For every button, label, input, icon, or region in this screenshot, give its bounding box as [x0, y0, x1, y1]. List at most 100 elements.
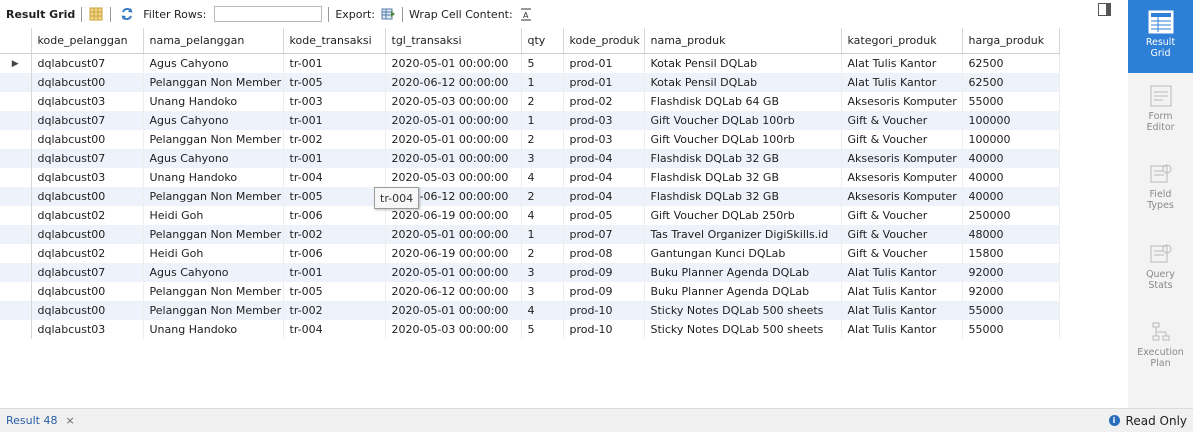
table-cell-kode-pelanggan[interactable]: dqlabcust03 — [31, 92, 144, 111]
table-cell-nama-pelanggan[interactable]: Agus Cahyono — [143, 263, 284, 282]
table-row[interactable]: dqlabcust00 Pelanggan Non Member tr-002 202… — [0, 130, 1060, 149]
table-cell-kode-pelanggan[interactable]: dqlabcust00 — [31, 187, 144, 206]
table-cell-tgl-transaksi[interactable]: 2020-05-01 00:00:00 — [385, 301, 522, 320]
table-cell-tgl-transaksi[interactable]: 2020-05-01 00:00:00 — [385, 53, 522, 73]
table-cell-kode-produk[interactable]: prod-02 — [563, 92, 645, 111]
table-cell-nama-produk[interactable]: Gift Voucher DQLab 100rb — [644, 130, 842, 149]
table-cell-kode-transaksi[interactable]: tr-006 — [283, 244, 386, 263]
table-cell-harga-produk[interactable]: 92000 — [962, 282, 1060, 301]
table-cell-kode-produk[interactable]: prod-04 — [563, 187, 645, 206]
table-cell-nama-pelanggan[interactable]: Heidi Goh — [143, 206, 284, 225]
table-cell-nama-produk[interactable]: Buku Planner Agenda DQLab — [644, 282, 842, 301]
table-cell-kode-transaksi[interactable]: tr-002 — [283, 225, 386, 244]
table-cell-kode-pelanggan[interactable]: dqlabcust00 — [31, 73, 144, 92]
table-row[interactable]: dqlabcust00 Pelanggan Non Member tr-002 202… — [0, 225, 1060, 244]
column-header[interactable]: qty — [521, 28, 564, 54]
table-cell-kode-pelanggan[interactable]: dqlabcust00 — [31, 301, 144, 320]
table-cell-kode-transaksi[interactable]: tr-001 — [283, 53, 386, 73]
table-cell-kode-transaksi[interactable]: tr-004 — [283, 168, 386, 187]
table-cell-nama-produk[interactable]: Gift Voucher DQLab 100rb — [644, 111, 842, 130]
table-cell-kategori-produk[interactable]: Alat Tulis Kantor — [841, 282, 963, 301]
table-row[interactable]: dqlabcust07 Agus Cahyono tr-001 2020-05-01 … — [0, 263, 1060, 282]
table-cell-nama-produk[interactable]: Kotak Pensil DQLab — [644, 73, 842, 92]
table-cell-kode-pelanggan[interactable]: dqlabcust00 — [31, 130, 144, 149]
table-cell-tgl-transaksi[interactable]: 2020-05-03 00:00:00 — [385, 92, 522, 111]
result-tab[interactable]: Result 48 × — [6, 414, 75, 427]
table-cell-harga-produk[interactable]: 62500 — [962, 53, 1060, 73]
table-cell-qty[interactable]: 4 — [521, 301, 564, 320]
table-cell-nama-produk[interactable]: Flashdisk DQLab 32 GB — [644, 187, 842, 206]
table-row[interactable]: dqlabcust03 Unang Handoko tr-003 2020-05-03… — [0, 92, 1060, 111]
table-cell-nama-produk[interactable]: Kotak Pensil DQLab — [644, 53, 842, 73]
table-cell-qty[interactable]: 5 — [521, 53, 564, 73]
table-cell-kode-produk[interactable]: prod-10 — [563, 320, 645, 339]
column-header[interactable]: harga_produk — [962, 28, 1060, 54]
table-cell-tgl-transaksi[interactable]: 2020-05-03 00:00:00 — [385, 168, 522, 187]
export-icon[interactable] — [380, 6, 396, 22]
table-cell-harga-produk[interactable]: 92000 — [962, 263, 1060, 282]
row-header[interactable] — [0, 282, 32, 301]
table-cell-nama-pelanggan[interactable]: Agus Cahyono — [143, 111, 284, 130]
table-cell-kategori-produk[interactable]: Gift & Voucher — [841, 206, 963, 225]
table-cell-kode-transaksi[interactable]: tr-001 — [283, 111, 386, 130]
column-header[interactable]: kategori_produk — [841, 28, 963, 54]
row-header[interactable] — [0, 263, 32, 282]
table-cell-tgl-transaksi[interactable]: 2020-06-19 00:00:00 — [385, 244, 522, 263]
table-cell-harga-produk[interactable]: 48000 — [962, 225, 1060, 244]
column-header[interactable]: kode_pelanggan — [31, 28, 144, 54]
toggle-panel-icon[interactable] — [1098, 3, 1111, 16]
table-cell-harga-produk[interactable]: 100000 — [962, 130, 1060, 149]
table-cell-tgl-transaksi[interactable]: 2020-06-12 00:00:00 — [385, 282, 522, 301]
table-cell-kategori-produk[interactable]: Alat Tulis Kantor — [841, 320, 963, 339]
table-cell-nama-produk[interactable]: Sticky Notes DQLab 500 sheets — [644, 320, 842, 339]
wrap-cell-icon[interactable]: A — [518, 6, 534, 22]
table-cell-kode-transaksi[interactable]: tr-005 — [283, 187, 386, 206]
table-cell-nama-pelanggan[interactable]: Unang Handoko — [143, 320, 284, 339]
table-cell-kode-transaksi[interactable]: tr-001 — [283, 263, 386, 282]
table-cell-kode-transaksi[interactable]: tr-004 — [283, 320, 386, 339]
grid-view-icon[interactable] — [88, 6, 104, 22]
table-cell-tgl-transaksi[interactable]: 2020-05-01 00:00:00 — [385, 149, 522, 168]
table-cell-kategori-produk[interactable]: Gift & Voucher — [841, 111, 963, 130]
table-cell-kode-pelanggan[interactable]: dqlabcust07 — [31, 263, 144, 282]
table-cell-kode-transaksi[interactable]: tr-001 — [283, 149, 386, 168]
table-cell-qty[interactable]: 2 — [521, 92, 564, 111]
table-cell-kode-pelanggan[interactable]: dqlabcust07 — [31, 149, 144, 168]
row-header[interactable] — [0, 206, 32, 225]
table-cell-harga-produk[interactable]: 40000 — [962, 168, 1060, 187]
table-cell-kategori-produk[interactable]: Gift & Voucher — [841, 244, 963, 263]
table-cell-kode-produk[interactable]: prod-04 — [563, 149, 645, 168]
table-row[interactable]: dqlabcust07 Agus Cahyono tr-001 2020-05-01 … — [0, 149, 1060, 168]
table-cell-nama-pelanggan[interactable]: Unang Handoko — [143, 92, 284, 111]
table-cell-tgl-transaksi[interactable]: 2020-05-03 00:00:00 — [385, 320, 522, 339]
table-cell-nama-produk[interactable]: Tas Travel Organizer DigiSkills.id — [644, 225, 842, 244]
table-cell-qty[interactable]: 2 — [521, 187, 564, 206]
table-cell-kategori-produk[interactable]: Aksesoris Komputer — [841, 149, 963, 168]
table-cell-kategori-produk[interactable]: Gift & Voucher — [841, 130, 963, 149]
table-cell-tgl-transaksi[interactable]: 2020-05-01 00:00:00 — [385, 111, 522, 130]
row-header[interactable] — [0, 168, 32, 187]
sidebar-item-result-grid[interactable]: Result Grid — [1128, 0, 1193, 73]
table-cell-harga-produk[interactable]: 55000 — [962, 301, 1060, 320]
row-header[interactable] — [0, 130, 32, 149]
table-cell-harga-produk[interactable]: 40000 — [962, 187, 1060, 206]
row-header[interactable] — [0, 111, 32, 130]
table-cell-kode-transaksi[interactable]: tr-005 — [283, 73, 386, 92]
table-cell-kode-produk[interactable]: prod-05 — [563, 206, 645, 225]
sidebar-item-form-editor[interactable]: Form Editor — [1128, 84, 1193, 133]
table-cell-tgl-transaksi[interactable]: 2020-05-01 00:00:00 — [385, 130, 522, 149]
filter-rows-input[interactable] — [214, 6, 323, 22]
column-header[interactable]: nama_produk — [644, 28, 842, 54]
table-cell-kategori-produk[interactable]: Aksesoris Komputer — [841, 168, 963, 187]
table-cell-kode-pelanggan[interactable]: dqlabcust02 — [31, 206, 144, 225]
table-cell-qty[interactable]: 1 — [521, 111, 564, 130]
table-cell-harga-produk[interactable]: 250000 — [962, 206, 1060, 225]
table-cell-kode-pelanggan[interactable]: dqlabcust03 — [31, 320, 144, 339]
table-cell-kode-produk[interactable]: prod-01 — [563, 73, 645, 92]
table-cell-nama-pelanggan[interactable]: Pelanggan Non Member — [143, 225, 284, 244]
table-cell-kode-transaksi[interactable]: tr-003 — [283, 92, 386, 111]
table-cell-nama-produk[interactable]: Buku Planner Agenda DQLab — [644, 263, 842, 282]
table-cell-kode-produk[interactable]: prod-03 — [563, 130, 645, 149]
table-cell-qty[interactable]: 2 — [521, 244, 564, 263]
row-header[interactable] — [0, 73, 32, 92]
